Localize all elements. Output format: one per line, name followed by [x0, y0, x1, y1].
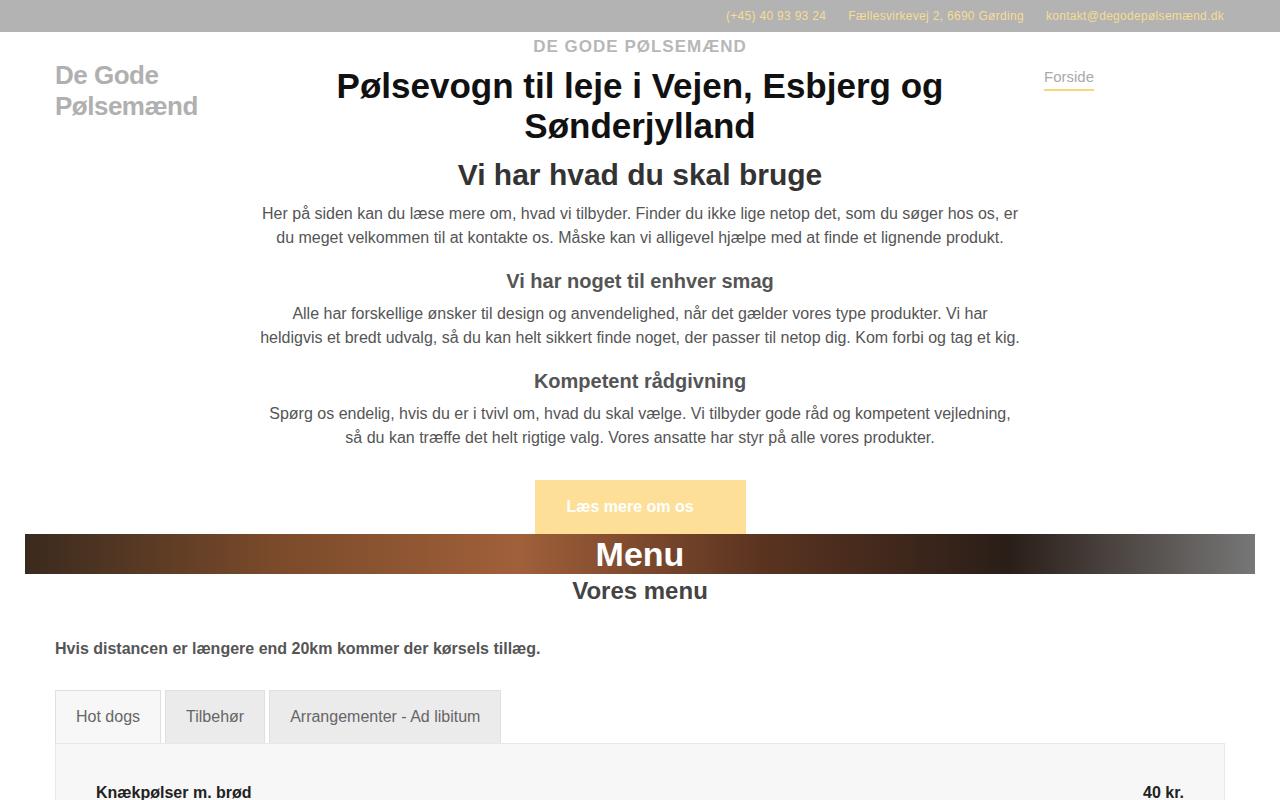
nav-item[interactable]: Forside	[1044, 68, 1094, 91]
header: De Gode Pølsemænd DE GODE PØLSEMÆND Pølsev…	[0, 32, 1280, 534]
section-heading: Vi har noget til enhver smag	[506, 268, 773, 294]
hero: DE GODE PØLSEMÆND Pølsevogn til leje i Ve…	[260, 38, 1020, 534]
email-link[interactable]: kontakt@degodepølsemænd.dk	[1046, 9, 1224, 23]
address-text: Fællesvirkevej 2, 6690 Gørding	[848, 9, 1024, 23]
read-more-button[interactable]: Læs mere om os	[535, 480, 746, 534]
distance-note: Hvis distancen er længere end 20km komme…	[0, 606, 1280, 658]
menu-panel: Knækpølser m. brød 40 kr.	[55, 743, 1225, 800]
menu-tab[interactable]: Arrangementer - Ad libitum	[269, 690, 501, 743]
intro-text: Her på siden kan du læse mere om, hvad v…	[260, 202, 1020, 250]
menu-tab[interactable]: Hot dogs	[55, 690, 161, 743]
section-text: Alle har forskellige ønsker til design o…	[260, 302, 1020, 350]
menu-banner: Menu	[25, 534, 1255, 574]
eyebrow-text: DE GODE PØLSEMÆND	[533, 38, 746, 56]
logo[interactable]: De Gode Pølsemænd	[0, 38, 260, 534]
section-heading: Kompetent rådgivning	[534, 368, 746, 394]
menu-tabs: Hot dogsTilbehørArrangementer - Ad libit…	[0, 658, 1280, 743]
menu-tab[interactable]: Tilbehør	[165, 690, 265, 743]
phone-link[interactable]: (+45) 40 93 93 24	[726, 9, 826, 23]
subtitle: Vi har hvad du skal bruge	[458, 156, 823, 194]
main-nav: Forside	[1020, 38, 1280, 534]
banner-title: Menu	[596, 534, 685, 574]
page-title: Pølsevogn til leje i Vejen, Esbjerg og S…	[260, 66, 1020, 146]
item-price: 40 kr.	[1143, 784, 1184, 800]
menu-row: Knækpølser m. brød 40 kr.	[96, 784, 1184, 800]
menu-subtitle: Vores menu	[0, 576, 1280, 606]
item-name: Knækpølser m. brød	[96, 784, 252, 800]
top-bar: (+45) 40 93 93 24 Fællesvirkevej 2, 6690 …	[0, 0, 1280, 32]
section-text: Spørg os endelig, hvis du er i tvivl om,…	[260, 402, 1020, 450]
